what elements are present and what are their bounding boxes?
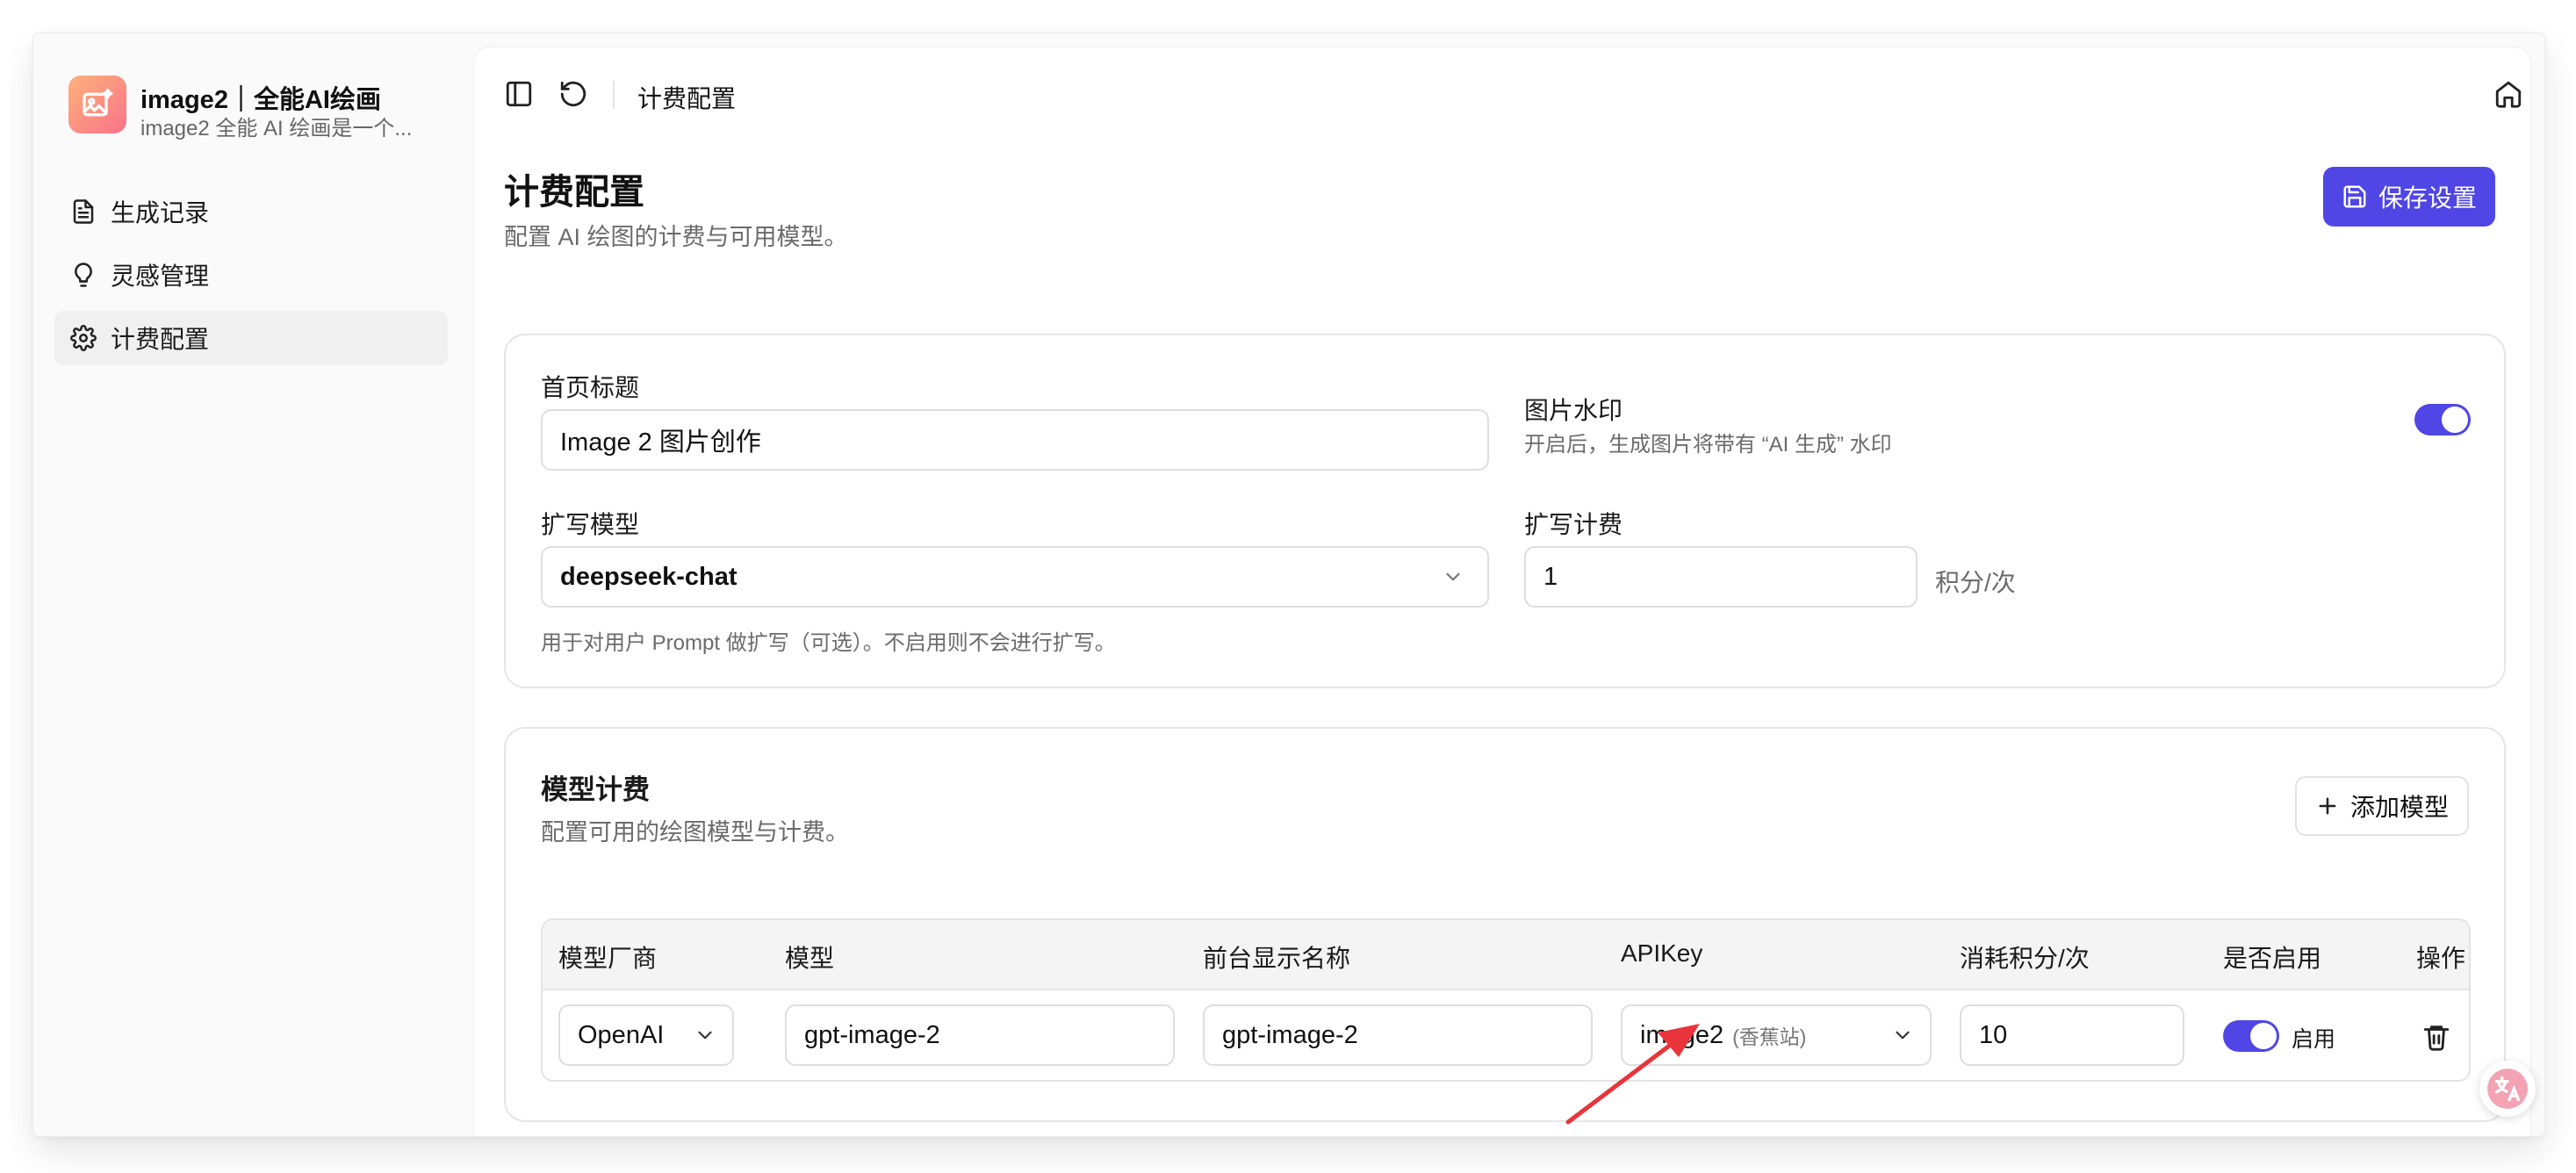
sidebar-toggle-icon[interactable] bbox=[504, 79, 534, 109]
models-title: 模型计费 bbox=[541, 774, 650, 805]
sidebar-item-billing[interactable]: 计费配置 bbox=[54, 311, 448, 365]
table-row: OpenAI gpt-image-2 gpt-image-2 image2 (香… bbox=[543, 990, 2469, 1080]
page-title: 计费配置 bbox=[504, 173, 644, 212]
gear-icon bbox=[70, 325, 97, 351]
brand-subtitle: image2 全能 AI 绘画是一个... bbox=[140, 117, 413, 140]
brand-logo-icon bbox=[68, 76, 126, 133]
sidebar-item-label: 计费配置 bbox=[111, 326, 210, 353]
brand[interactable]: image2｜全能AI绘画 image2 全能 AI 绘画是一个... bbox=[68, 76, 455, 140]
sidebar-item-label: 灵感管理 bbox=[111, 263, 210, 290]
apikey-value: image2 bbox=[1640, 1020, 1724, 1049]
models-subtitle: 配置可用的绘图模型与计费。 bbox=[541, 819, 849, 846]
translate-icon[interactable] bbox=[2479, 1061, 2536, 1117]
apikey-note: (香蕉站) bbox=[1732, 1025, 1807, 1048]
trash-icon[interactable] bbox=[2421, 1022, 2451, 1052]
models-card: 模型计费 配置可用的绘图模型与计费。 添加模型 模型厂商 模型 前台显示名称 A… bbox=[504, 727, 2506, 1122]
topbar: 计费配置 bbox=[474, 47, 2530, 133]
home-icon[interactable] bbox=[2493, 79, 2523, 109]
toggle-knob bbox=[2250, 1023, 2277, 1049]
app-window: image2｜全能AI绘画 image2 全能 AI 绘画是一个... 生成记录… bbox=[33, 33, 2544, 1136]
watermark-toggle[interactable] bbox=[2414, 404, 2471, 435]
expand-model-value: deepseek-chat bbox=[560, 562, 738, 591]
enabled-label: 启用 bbox=[2292, 1027, 2336, 1052]
expand-cost-input[interactable]: 1 bbox=[1524, 546, 1918, 608]
col-apikey: APIKey bbox=[1621, 939, 1703, 967]
expand-model-hint: 用于对用户 Prompt 做扩写（可选）。不启用则不会进行扩写。 bbox=[541, 631, 1116, 655]
save-button-label: 保存设置 bbox=[2378, 184, 2477, 212]
save-icon bbox=[2343, 185, 2366, 208]
apikey-select[interactable]: image2 (香蕉站) bbox=[1621, 1004, 1932, 1066]
sidebar-item-label: 生成记录 bbox=[111, 199, 210, 227]
col-actions: 操作 bbox=[2416, 945, 2466, 972]
file-text-icon bbox=[73, 199, 94, 224]
chevron-down-icon bbox=[1446, 572, 1460, 581]
breadcrumb: 计费配置 bbox=[637, 85, 737, 112]
add-model-label: 添加模型 bbox=[2349, 794, 2449, 821]
settings-card: 首页标题 Image 2 图片创作 图片水印 开启后，生成图片将带有 “AI 生… bbox=[504, 334, 2506, 688]
homepage-title-label: 首页标题 bbox=[541, 374, 640, 401]
refresh-icon[interactable] bbox=[558, 79, 588, 109]
lightbulb-icon bbox=[75, 263, 92, 287]
homepage-title-input[interactable]: Image 2 图片创作 bbox=[541, 409, 1489, 471]
table-header: 模型厂商 模型 前台显示名称 APIKey 消耗积分/次 是否启用 操作 bbox=[543, 920, 2469, 990]
chevron-down-icon bbox=[1896, 1031, 1910, 1040]
col-model: 模型 bbox=[785, 945, 835, 972]
watermark-label: 图片水印 bbox=[1524, 397, 1623, 424]
expand-cost-label: 扩写计费 bbox=[1524, 511, 1623, 538]
watermark-hint: 开启后，生成图片将带有 “AI 生成” 水印 bbox=[1524, 433, 1892, 457]
display-name-input[interactable]: gpt-image-2 bbox=[1203, 1004, 1593, 1066]
expand-cost-unit: 积分/次 bbox=[1935, 569, 2016, 596]
divider bbox=[613, 81, 615, 109]
sidebar: image2｜全能AI绘画 image2 全能 AI 绘画是一个... 生成记录… bbox=[33, 33, 474, 1136]
models-table: 模型厂商 模型 前台显示名称 APIKey 消耗积分/次 是否启用 操作 Ope… bbox=[541, 918, 2471, 1082]
chevron-down-icon bbox=[698, 1031, 712, 1040]
col-vendor: 模型厂商 bbox=[558, 945, 658, 972]
col-enabled: 是否启用 bbox=[2223, 945, 2322, 972]
plus-icon bbox=[2319, 797, 2336, 815]
page-subtitle: 配置 AI 绘图的计费与可用模型。 bbox=[504, 224, 848, 250]
add-model-button[interactable]: 添加模型 bbox=[2295, 776, 2469, 836]
sidebar-item-records[interactable]: 生成记录 bbox=[54, 184, 448, 239]
sidebar-item-inspiration[interactable]: 灵感管理 bbox=[54, 248, 448, 302]
model-input[interactable]: gpt-image-2 bbox=[785, 1004, 1175, 1066]
model-enabled-toggle[interactable] bbox=[2223, 1020, 2279, 1052]
translate-glyph-icon bbox=[2487, 1069, 2528, 1109]
vendor-select[interactable]: OpenAI bbox=[558, 1004, 734, 1066]
save-button[interactable]: 保存设置 bbox=[2323, 167, 2495, 227]
main-panel: 计费配置 计费配置 配置 AI 绘图的计费与可用模型。 保存设置 首页标题 Im… bbox=[474, 47, 2530, 1136]
cost-input[interactable]: 10 bbox=[1960, 1004, 2184, 1066]
toggle-knob bbox=[2442, 407, 2468, 433]
col-cost: 消耗积分/次 bbox=[1960, 945, 2090, 972]
expand-model-select[interactable]: deepseek-chat bbox=[541, 546, 1489, 608]
expand-model-label: 扩写模型 bbox=[541, 511, 640, 538]
vendor-value: OpenAI bbox=[578, 1020, 665, 1049]
col-display-name: 前台显示名称 bbox=[1203, 945, 1351, 972]
